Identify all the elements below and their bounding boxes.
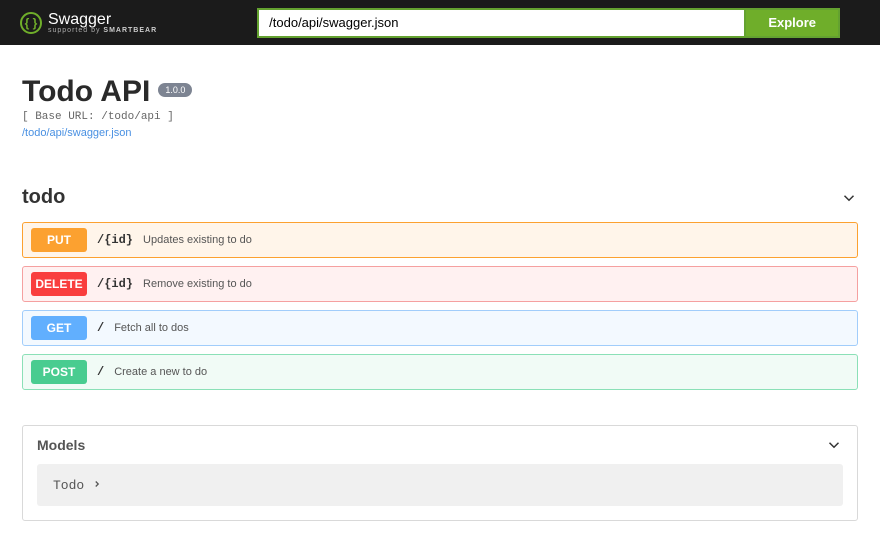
method-badge-put: PUT (31, 228, 87, 252)
op-path: /{id} (97, 233, 133, 247)
chevron-down-icon (825, 436, 843, 454)
op-desc: Remove existing to do (143, 278, 252, 290)
op-desc: Create a new to do (114, 366, 207, 378)
spec-link[interactable]: /todo/api/swagger.json (22, 127, 131, 139)
explore-button[interactable]: Explore (744, 8, 840, 38)
brand-sub: supported by SMARTBEAR (48, 27, 157, 34)
model-name: Todo (53, 478, 84, 493)
api-title-row: Todo API 1.0.0 (22, 75, 858, 109)
method-badge-post: POST (31, 360, 87, 384)
url-bar: Explore (257, 8, 840, 38)
swagger-logo[interactable]: { } Swagger supported by SMARTBEAR (20, 11, 157, 34)
op-post-create[interactable]: POST / Create a new to do (22, 354, 858, 390)
models-header[interactable]: Models (23, 426, 857, 464)
op-path: /{id} (97, 277, 133, 291)
base-url: [ Base URL: /todo/api ] (22, 111, 858, 123)
op-desc: Fetch all to dos (114, 322, 189, 334)
op-path: / (97, 321, 104, 335)
op-put-id[interactable]: PUT /{id} Updates existing to do (22, 222, 858, 258)
swagger-icon: { } (20, 12, 42, 34)
tag-header-todo[interactable]: todo (22, 186, 858, 214)
chevron-right-icon (92, 476, 102, 494)
model-item-todo[interactable]: Todo (37, 464, 843, 506)
page-title: Todo API (22, 75, 150, 109)
topbar: { } Swagger supported by SMARTBEAR Explo… (0, 0, 880, 45)
tag-name: todo (22, 186, 65, 209)
chevron-down-icon (840, 189, 858, 207)
models-heading: Models (37, 437, 85, 453)
spec-url-input[interactable] (257, 8, 744, 38)
op-path: / (97, 365, 104, 379)
op-desc: Updates existing to do (143, 234, 252, 246)
op-get-all[interactable]: GET / Fetch all to dos (22, 310, 858, 346)
method-badge-delete: DELETE (31, 272, 87, 296)
method-badge-get: GET (31, 316, 87, 340)
version-badge: 1.0.0 (158, 83, 192, 97)
op-delete-id[interactable]: DELETE /{id} Remove existing to do (22, 266, 858, 302)
models-section: Models Todo (22, 425, 858, 521)
